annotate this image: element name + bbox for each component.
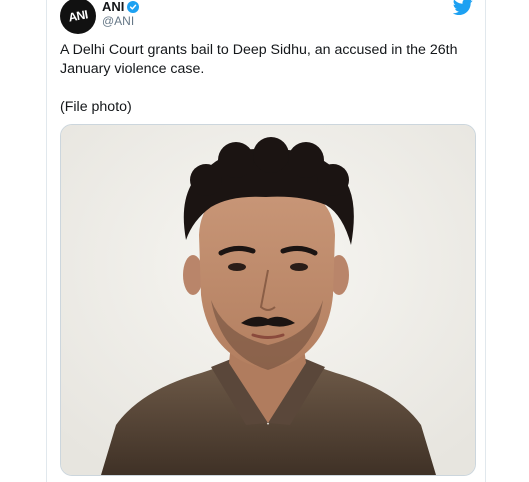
portrait-photo — [61, 125, 475, 475]
author-row: ANI — [102, 0, 140, 14]
author-name[interactable]: ANI — [102, 0, 124, 14]
tweet-paragraph: A Delhi Court grants bail to Deep Sidhu,… — [60, 42, 458, 77]
tweet-card[interactable]: ANI ANI @ANI A Delhi Court grants bail t… — [46, 0, 486, 482]
ani-logo: ANI — [67, 7, 89, 25]
tweet-paragraph: (File photo) — [60, 99, 132, 115]
tweet-text: A Delhi Court grants bail to Deep Sidhu,… — [60, 41, 470, 117]
verified-badge-icon — [127, 0, 140, 13]
author-handle[interactable]: @ANI — [102, 14, 134, 28]
tweet-photo[interactable] — [60, 124, 476, 476]
twitter-bird-icon[interactable] — [453, 0, 473, 16]
avatar[interactable]: ANI — [60, 0, 96, 34]
